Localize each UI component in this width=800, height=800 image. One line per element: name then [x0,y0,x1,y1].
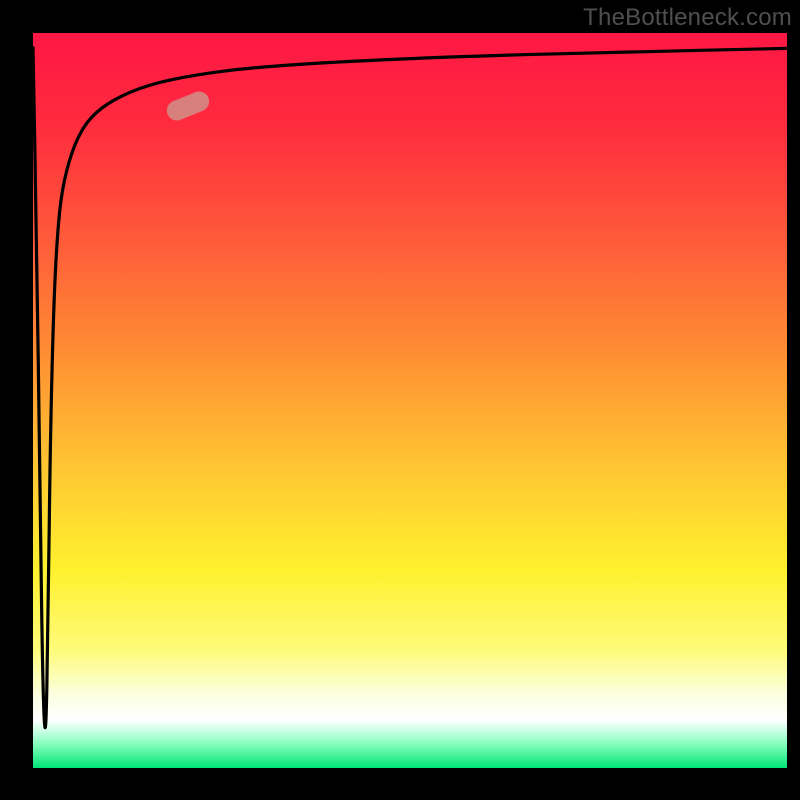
chart-stage: TheBottleneck.com [0,0,800,800]
bottleneck-curve [33,48,787,728]
watermark-text: TheBottleneck.com [583,4,792,32]
curve-layer [33,33,787,768]
plot-area [33,33,787,768]
